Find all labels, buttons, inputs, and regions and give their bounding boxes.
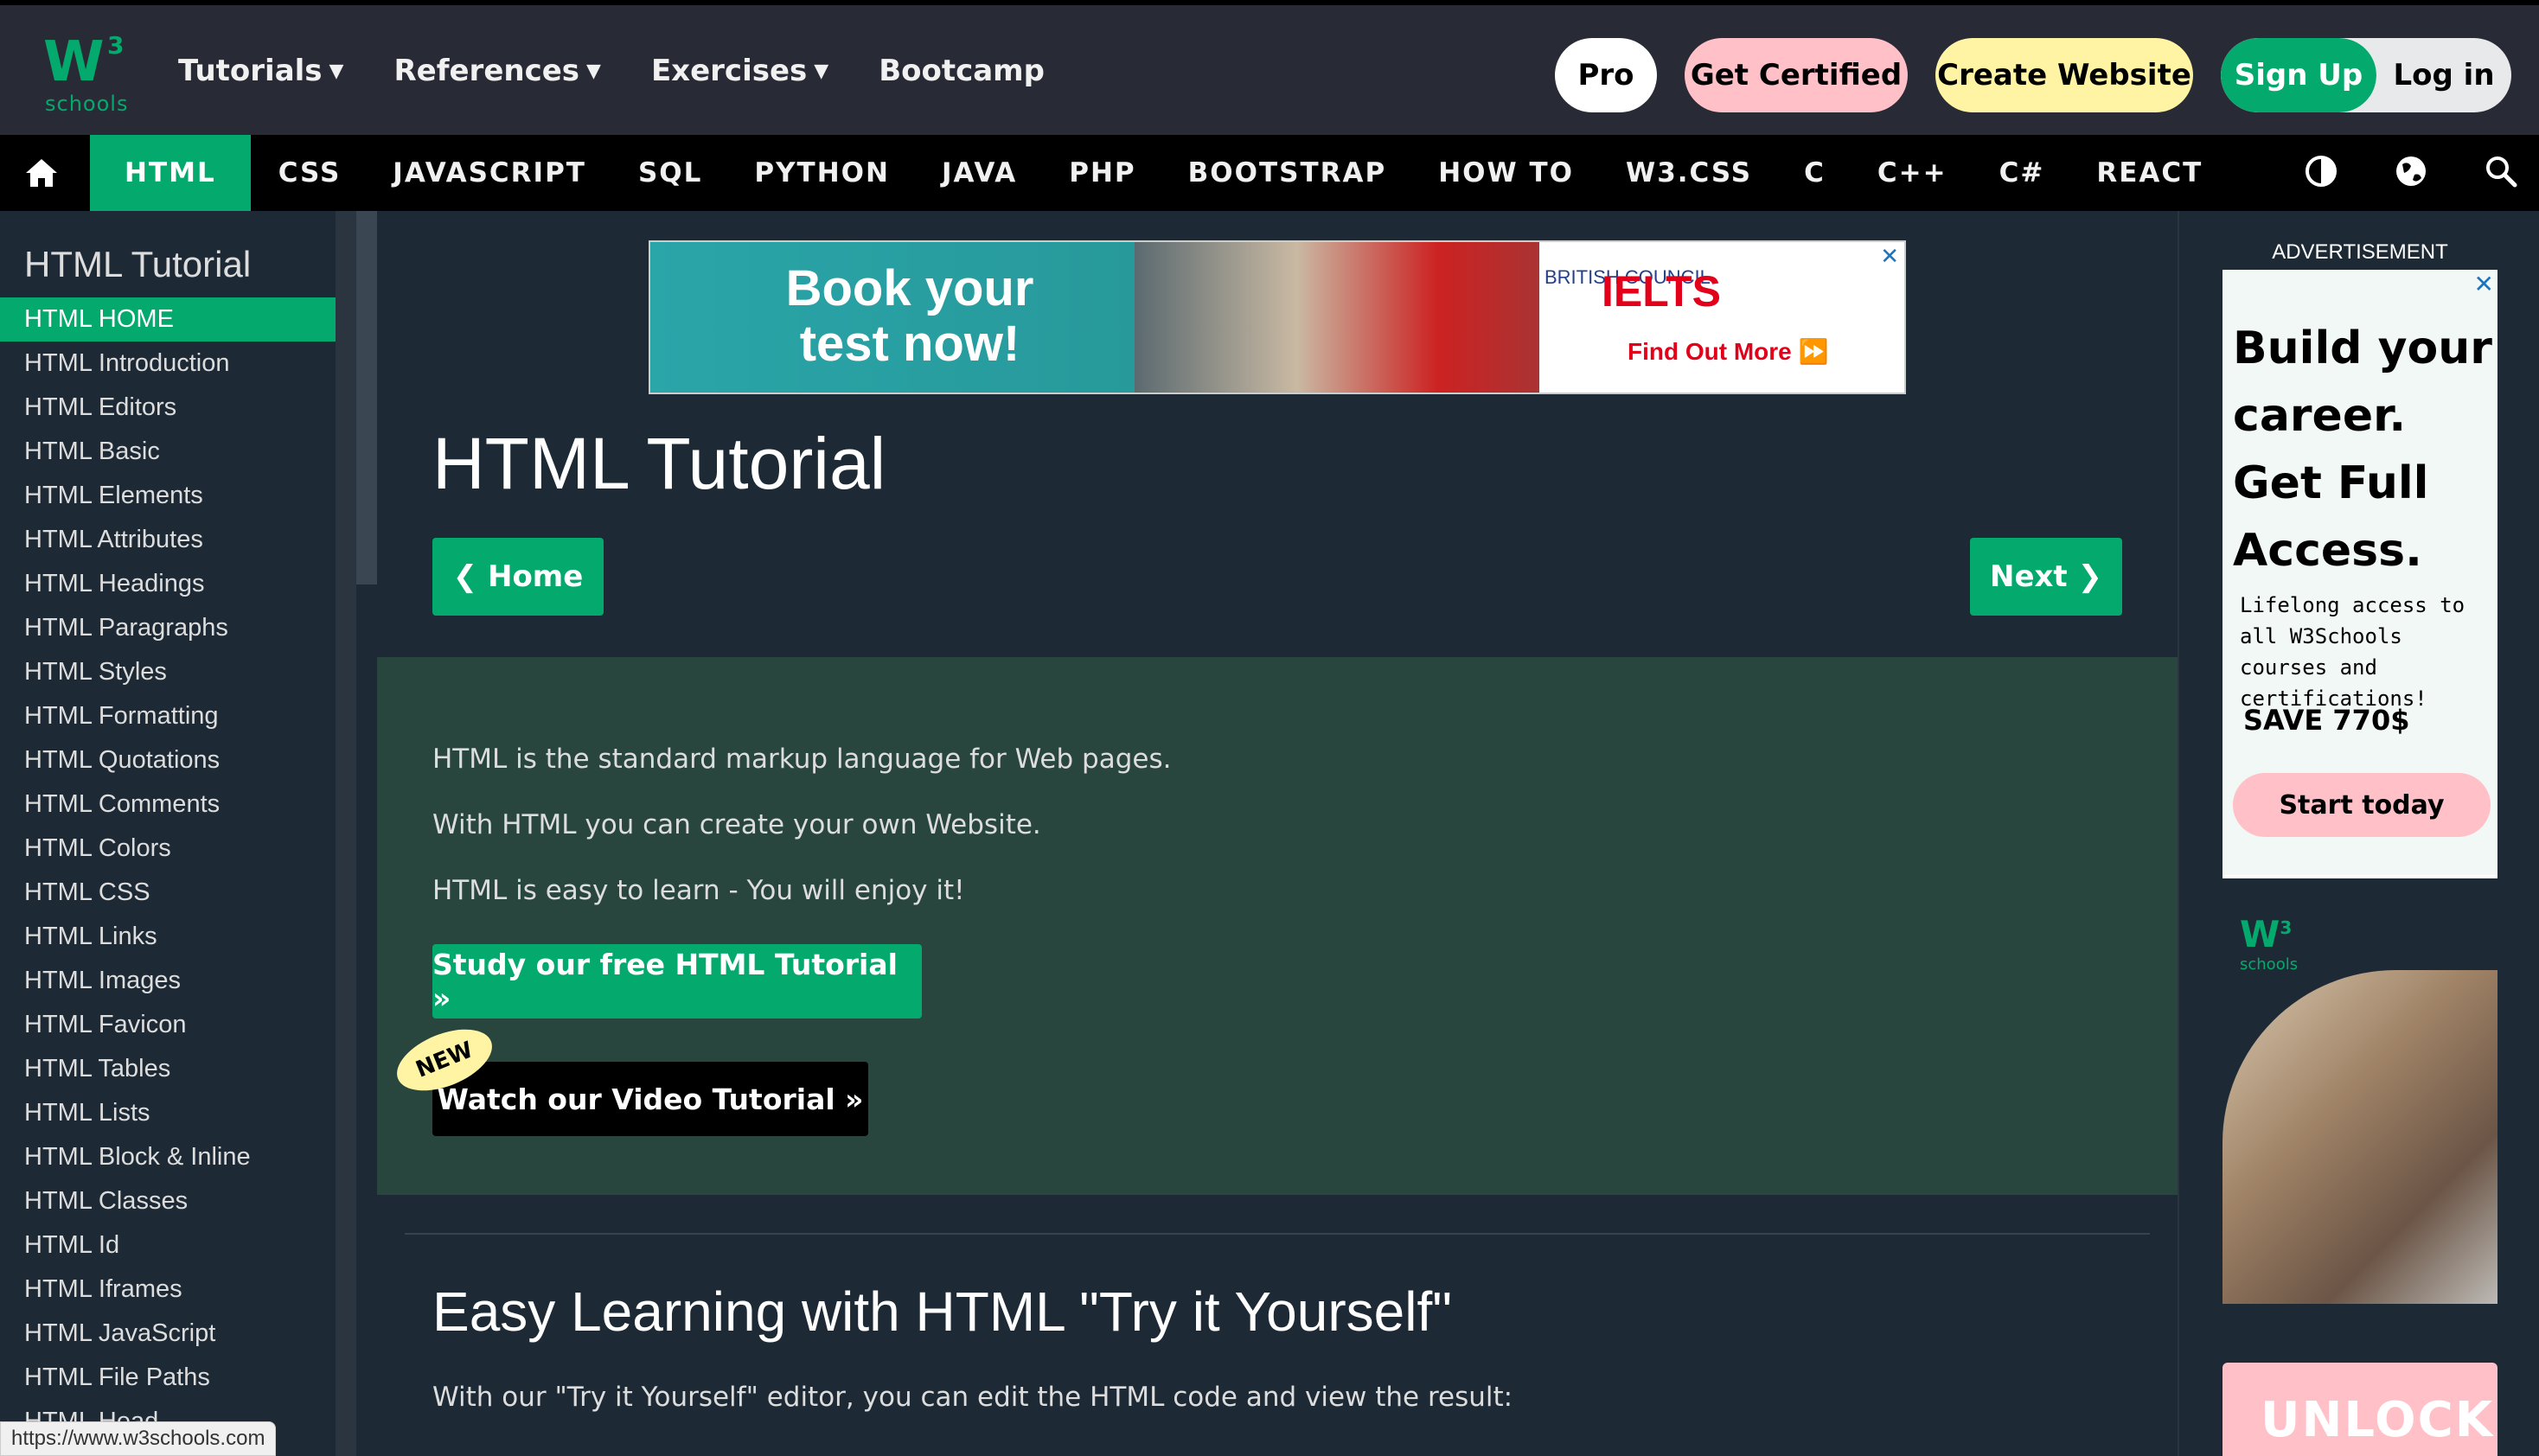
sidebar-item[interactable]: HTML Iframes (0, 1268, 336, 1312)
sidebar: HTML Tutorial HTML HOME HTML Introductio… (0, 211, 356, 1456)
nav-references[interactable]: References ▼ (393, 54, 601, 88)
sidebar-item[interactable]: HTML Favicon (0, 1003, 336, 1047)
tab-python[interactable]: PYTHON (728, 135, 916, 211)
sidebar-item[interactable]: HTML Introduction (0, 342, 336, 386)
top-advertisement[interactable]: Book your test now! BRITISH COUNCIL IELT… (649, 240, 1906, 394)
sidebar-item[interactable]: HTML Styles (0, 650, 336, 694)
intro-text-1: HTML is the standard markup language for… (432, 744, 1172, 775)
w3schools-logo[interactable]: W 3 schools (38, 28, 133, 123)
tab-java[interactable]: JAVA (916, 135, 1043, 211)
globe-icon[interactable] (2394, 154, 2428, 192)
start-today-button[interactable]: Start today (2233, 773, 2491, 837)
sign-up-button[interactable]: Sign Up (2221, 38, 2376, 112)
sidebar-item[interactable]: HTML Colors (0, 827, 336, 871)
sidebar-item[interactable]: HTML Id (0, 1223, 336, 1268)
nav-tools (2304, 135, 2518, 211)
tab-w3css[interactable]: W3.CSS (1600, 135, 1778, 211)
tab-c[interactable]: C (1778, 135, 1851, 211)
sidebar-item[interactable]: HTML Attributes (0, 518, 336, 562)
home-icon[interactable] (0, 135, 83, 211)
nav-tutorials[interactable]: Tutorials ▼ (178, 54, 343, 88)
study-tutorial-button[interactable]: Study our free HTML Tutorial » (432, 944, 922, 1019)
tab-html[interactable]: HTML (90, 135, 251, 211)
ad-close-icon[interactable]: ✕ (2474, 270, 2494, 298)
page-title: HTML Tutorial (432, 423, 886, 504)
sidebar-item[interactable]: HTML Classes (0, 1179, 336, 1223)
sidebar-item[interactable]: HTML Comments (0, 782, 336, 827)
section-text: With our "Try it Yourself" editor, you c… (432, 1382, 1513, 1413)
top-bar: W 3 schools Tutorials ▼ References ▼ Exerc… (0, 0, 2539, 135)
caret-down-icon: ▼ (586, 60, 601, 82)
side-ad-subtext: Lifelong access to all W3Schools courses… (2240, 593, 2465, 711)
nav-bootcamp[interactable]: Bootcamp (879, 54, 1045, 88)
get-certified-button[interactable]: Get Certified (1685, 38, 1908, 112)
sidebar-item[interactable]: HTML Formatting (0, 694, 336, 738)
side-ad-photo (2222, 970, 2497, 1304)
side-advertisement[interactable]: ✕ Build your career. Get Full Access. Li… (2222, 270, 2497, 1304)
video-tutorial-button[interactable]: Watch our Video Tutorial » (432, 1062, 868, 1136)
tab-bootstrap[interactable]: BOOTSTRAP (1162, 135, 1413, 211)
tab-php[interactable]: PHP (1043, 135, 1161, 211)
sidebar-item[interactable]: HTML File Paths (0, 1356, 336, 1400)
ad-left-panel: Book your test now! (650, 242, 1135, 393)
sidebar-item[interactable]: HTML Paragraphs (0, 606, 336, 650)
search-icon[interactable] (2484, 154, 2518, 192)
sidebar-item[interactable]: HTML Lists (0, 1091, 336, 1135)
prev-home-button[interactable]: ❮ Home (432, 538, 604, 616)
side-ad-headline: Build your career. Get Full Access. (2233, 322, 2492, 577)
auth-group: Sign Up Log in (2221, 38, 2511, 112)
side-ad-save: SAVE 770$ (2243, 704, 2410, 737)
status-url: https://www.w3schools.com (0, 1421, 277, 1456)
sidebar-item[interactable]: HTML CSS (0, 871, 336, 915)
sidebar-item[interactable]: HTML Headings (0, 562, 336, 606)
caret-down-icon: ▼ (329, 60, 344, 82)
divider (405, 1233, 2150, 1235)
ad-brand: IELTS (1602, 267, 1721, 316)
side-ad-lower: W3 schools (2222, 878, 2497, 1304)
tab-react[interactable]: REACT (2070, 135, 2229, 211)
intro-panel: HTML is the standard markup language for… (377, 657, 2178, 1195)
nav-exercises[interactable]: Exercises ▼ (651, 54, 828, 88)
sidebar-item[interactable]: HTML JavaScript (0, 1312, 336, 1356)
sidebar-title: HTML Tutorial (24, 244, 252, 284)
section-title: Easy Learning with HTML "Try it Yourself… (432, 1280, 1452, 1343)
ad-photo (1135, 242, 1539, 393)
sidebar-item[interactable]: HTML Editors (0, 386, 336, 430)
right-column: ADVERTISEMENT ✕ Build your career. Get F… (2178, 211, 2539, 1456)
sidebar-item[interactable]: HTML Links (0, 915, 336, 959)
sidebar-item-html-home[interactable]: HTML HOME (0, 297, 336, 342)
pro-button[interactable]: Pro (1555, 38, 1657, 112)
sidebar-item[interactable]: HTML Basic (0, 430, 336, 474)
intro-text-3: HTML is easy to learn - You will enjoy i… (432, 875, 965, 906)
tab-css[interactable]: CSS (253, 135, 368, 211)
tab-javascript[interactable]: JAVASCRIPT (367, 135, 612, 211)
intro-text-2: With HTML you can create your own Websit… (432, 809, 1041, 840)
next-button[interactable]: Next ❯ (1970, 538, 2122, 616)
create-website-button[interactable]: Create Website (1935, 38, 2193, 112)
sidebar-scrollbar[interactable] (356, 211, 377, 584)
ad-cta[interactable]: Find Out More ⏩ (1628, 337, 1828, 366)
language-nav: HTML CSS JAVASCRIPT SQL PYTHON JAVA PHP … (0, 135, 2539, 211)
sidebar-item[interactable]: HTML Block & Inline (0, 1135, 336, 1179)
theme-toggle-icon[interactable] (2304, 154, 2338, 192)
sidebar-item[interactable]: HTML Elements (0, 474, 336, 518)
sidebar-item[interactable]: HTML Quotations (0, 738, 336, 782)
tab-csharp[interactable]: C# (1973, 135, 2071, 211)
tab-sql[interactable]: SQL (612, 135, 728, 211)
main-content: Book your test now! BRITISH COUNCIL IELT… (377, 211, 2178, 1456)
top-buttons: Pro Get Certified Create Website Sign Up… (1555, 38, 2511, 112)
caret-down-icon: ▼ (814, 60, 829, 82)
log-in-button[interactable]: Log in (2376, 38, 2511, 112)
tab-cpp[interactable]: C++ (1851, 135, 1973, 211)
unlock-advertisement[interactable]: UNLOCK (2222, 1363, 2497, 1456)
advertisement-label: ADVERTISEMENT (2272, 240, 2448, 264)
sidebar-item[interactable]: HTML Tables (0, 1047, 336, 1091)
tab-how-to[interactable]: HOW TO (1412, 135, 1600, 211)
sidebar-item[interactable]: HTML Images (0, 959, 336, 1003)
top-nav: Tutorials ▼ References ▼ Exercises ▼ Bootca… (178, 54, 1095, 88)
ad-close-icon[interactable]: ✕ (1880, 244, 1899, 270)
w3schools-mini-logo: W3 schools (2240, 913, 2299, 974)
